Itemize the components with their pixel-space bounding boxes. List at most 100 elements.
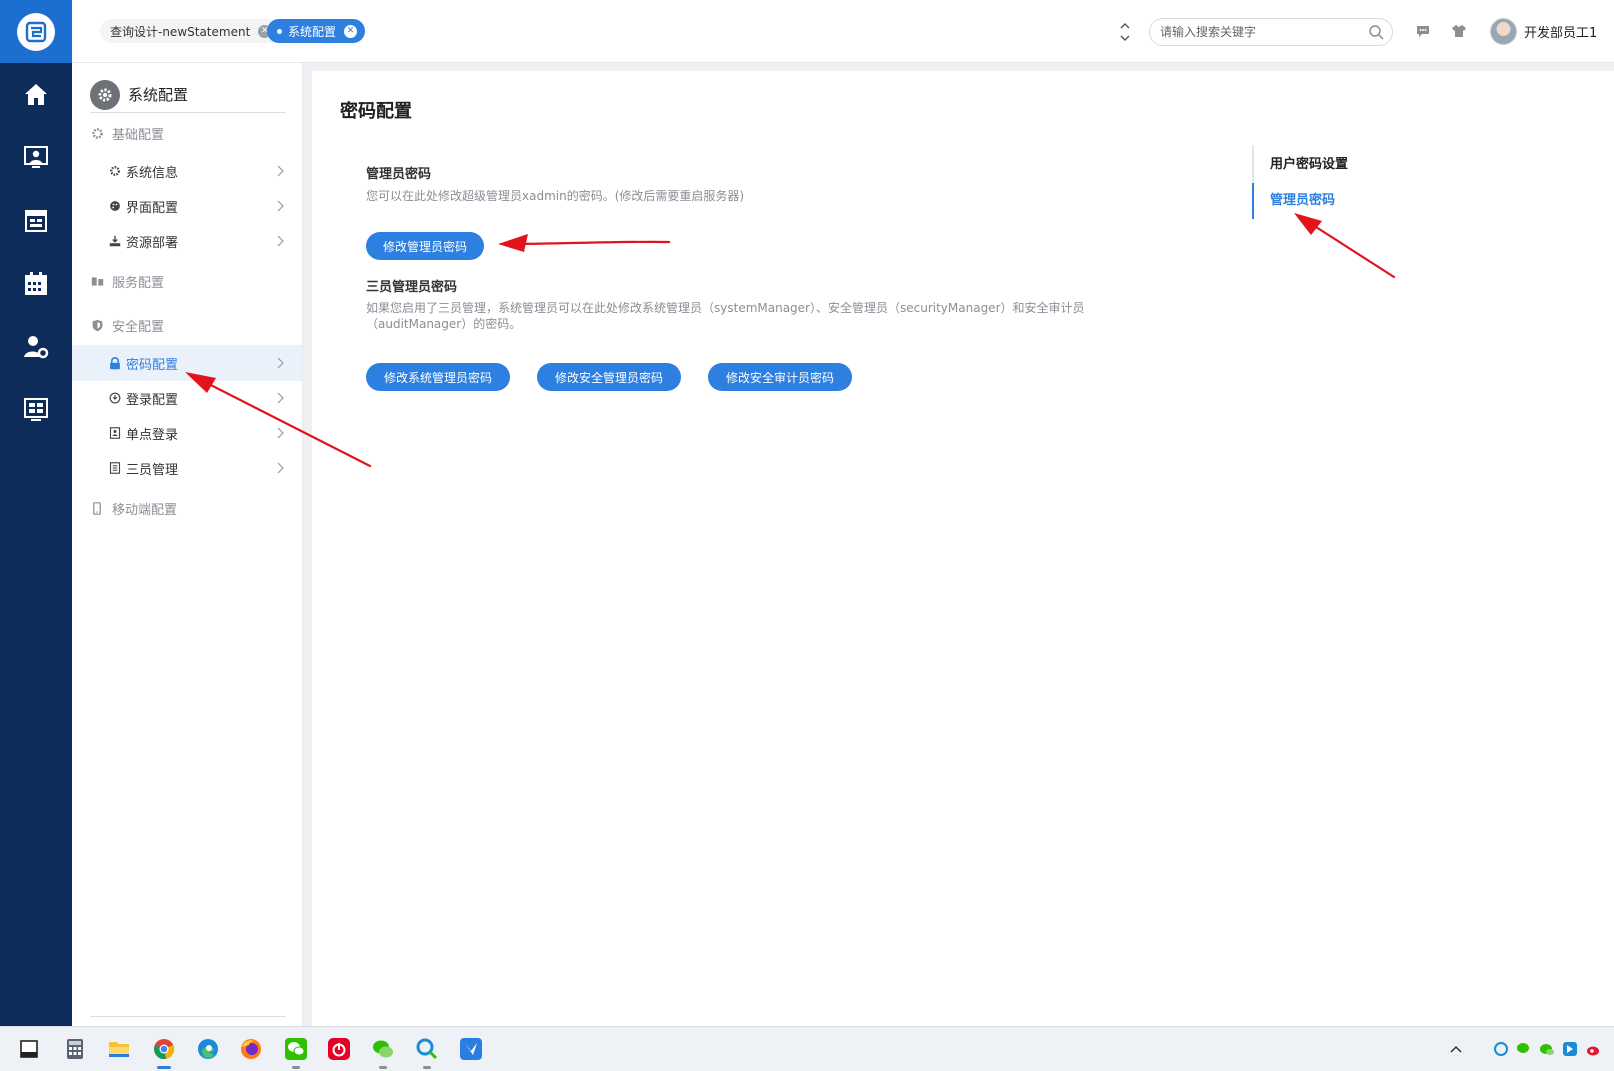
rail-user-settings[interactable] <box>0 315 72 378</box>
id-card-icon <box>108 427 122 439</box>
server-icon <box>90 275 104 288</box>
change-admin-password-button[interactable]: 修改管理员密码 <box>366 232 484 260</box>
rail-portal[interactable] <box>0 126 72 189</box>
os-taskbar <box>0 1026 1614 1071</box>
close-icon[interactable]: ✕ <box>344 24 358 38</box>
home-icon <box>25 83 47 105</box>
tray-app-4[interactable] <box>1561 1040 1579 1058</box>
taskbar-chrome[interactable] <box>149 1034 179 1069</box>
taskbar-explorer[interactable] <box>104 1034 134 1064</box>
tray-app-3[interactable] <box>1538 1040 1556 1058</box>
chevron-right-icon <box>277 427 284 439</box>
change-security-manager-password-button[interactable]: 修改安全管理员密码 <box>537 363 681 391</box>
shield-icon <box>90 319 104 332</box>
sync-icon <box>1494 1042 1508 1056</box>
running-indicator <box>379 1066 387 1069</box>
group-basic: 基础配置 <box>90 123 164 143</box>
sidebar-item-label: 界面配置 <box>126 200 179 216</box>
taskbar-desktop[interactable] <box>14 1034 44 1064</box>
sidebar-item-sso[interactable]: 单点登录 <box>72 415 302 451</box>
taskbar-wechat[interactable] <box>281 1034 311 1069</box>
tab-label: 系统配置 <box>288 24 337 39</box>
sidebar-header: 系统配置 <box>90 77 286 113</box>
chat-tray-icon <box>1540 1044 1554 1055</box>
chevron-right-icon <box>277 235 284 247</box>
login-icon <box>108 392 122 404</box>
tray-show-hidden[interactable] <box>1447 1040 1465 1058</box>
taskbar-netease-music[interactable] <box>324 1034 354 1064</box>
user-name[interactable]: 开发部员工1 <box>1524 22 1597 41</box>
tab-query-design[interactable]: 查询设计-newStatement ✕ <box>100 19 280 43</box>
group-security: 安全配置 <box>90 315 164 335</box>
mobile-icon <box>90 501 104 515</box>
change-audit-manager-password-button[interactable]: 修改安全审计员密码 <box>708 363 852 391</box>
wechat-tray-icon <box>1517 1043 1529 1053</box>
anchor-active-marker <box>1252 183 1254 219</box>
calculator-icon <box>67 1039 83 1059</box>
app-tray-icon <box>1563 1042 1577 1056</box>
taskbar-firefox[interactable] <box>236 1034 266 1064</box>
sidebar-item-label: 登录配置 <box>126 392 179 408</box>
magnifier-app-icon <box>416 1038 438 1060</box>
anchor-admin-password[interactable]: 管理员密码 <box>1270 189 1335 208</box>
sidebar-item-ui[interactable]: 界面配置 <box>72 188 302 224</box>
tray-app-5[interactable] <box>1584 1040 1602 1058</box>
expand-collapse-icon[interactable] <box>1118 20 1132 44</box>
group-label: 安全配置 <box>112 319 165 335</box>
chrome-icon <box>154 1039 174 1059</box>
rail-home[interactable] <box>0 63 72 126</box>
firefox-icon <box>241 1039 261 1059</box>
taskbar-wechat-work[interactable] <box>368 1034 398 1069</box>
sidebar-item-label: 三员管理 <box>126 462 179 478</box>
main-content: 密码配置 管理员密码 您可以在此处修改超级管理员xadmin的密码。(修改后需要… <box>312 71 1614 1026</box>
search-box <box>1149 18 1393 46</box>
message-button[interactable] <box>1414 22 1432 40</box>
sidebar: 系统配置 基础配置 系统信息 界面配置 资源部署 服务配置 安全配置 密码配置 … <box>72 63 303 1026</box>
lock-icon <box>108 356 122 370</box>
taskbar-search-app[interactable] <box>412 1034 442 1069</box>
sidebar-item-label: 密码配置 <box>126 357 179 373</box>
group-label: 服务配置 <box>112 275 165 291</box>
rail-dashboard[interactable] <box>0 378 72 441</box>
tray-app-1[interactable] <box>1492 1040 1510 1058</box>
rail-report[interactable] <box>0 189 72 252</box>
chevron-right-icon <box>277 200 284 212</box>
theme-button[interactable] <box>1450 22 1468 40</box>
weibo-tray-icon <box>1587 1046 1599 1056</box>
tray-app-2[interactable] <box>1515 1040 1533 1058</box>
taskbar-edge[interactable] <box>193 1034 223 1064</box>
anchor-nav: 用户密码设置 管理员密码 <box>1252 145 1348 219</box>
taskbar-calculator[interactable] <box>60 1034 90 1064</box>
taskbar-feishu[interactable] <box>456 1034 486 1064</box>
running-indicator <box>157 1066 171 1069</box>
logo-icon <box>17 12 55 51</box>
group-service: 服务配置 <box>90 271 164 291</box>
three-admin-password-desc: 如果您启用了三员管理，系统管理员可以在此处修改系统管理员（systemManag… <box>366 301 1085 331</box>
group-label: 移动端配置 <box>112 502 178 518</box>
chevron-up-icon <box>1450 1045 1462 1053</box>
divider <box>90 1016 286 1017</box>
sidebar-item-three-admin[interactable]: 三员管理 <box>72 450 302 486</box>
sidebar-item-resource[interactable]: 资源部署 <box>72 223 302 259</box>
search-icon[interactable] <box>1368 24 1384 40</box>
app-logo[interactable] <box>0 0 72 63</box>
search-input[interactable] <box>1160 23 1360 41</box>
chevron-right-icon <box>277 462 284 474</box>
list-icon <box>108 462 122 474</box>
anchor-user-password[interactable]: 用户密码设置 <box>1270 153 1348 172</box>
sidebar-item-sysinfo[interactable]: 系统信息 <box>72 153 302 189</box>
chat-icon <box>1417 26 1429 37</box>
report-icon <box>25 209 47 232</box>
sidebar-item-login[interactable]: 登录配置 <box>72 380 302 416</box>
avatar[interactable] <box>1490 18 1517 45</box>
user-gear-icon <box>24 335 49 358</box>
palette-icon <box>108 200 122 212</box>
tab-system-config[interactable]: 系统配置 ✕ <box>267 19 366 43</box>
sidebar-item-password[interactable]: 密码配置 <box>72 345 302 381</box>
rail-calendar[interactable] <box>0 252 72 315</box>
group-label: 基础配置 <box>112 127 165 143</box>
admin-password-desc: 您可以在此处修改超级管理员xadmin的密码。(修改后需要重启服务器) <box>366 189 745 203</box>
group-mobile: 移动端配置 <box>90 498 177 518</box>
wechat-icon <box>285 1038 307 1060</box>
change-system-manager-password-button[interactable]: 修改系统管理员密码 <box>366 363 510 391</box>
